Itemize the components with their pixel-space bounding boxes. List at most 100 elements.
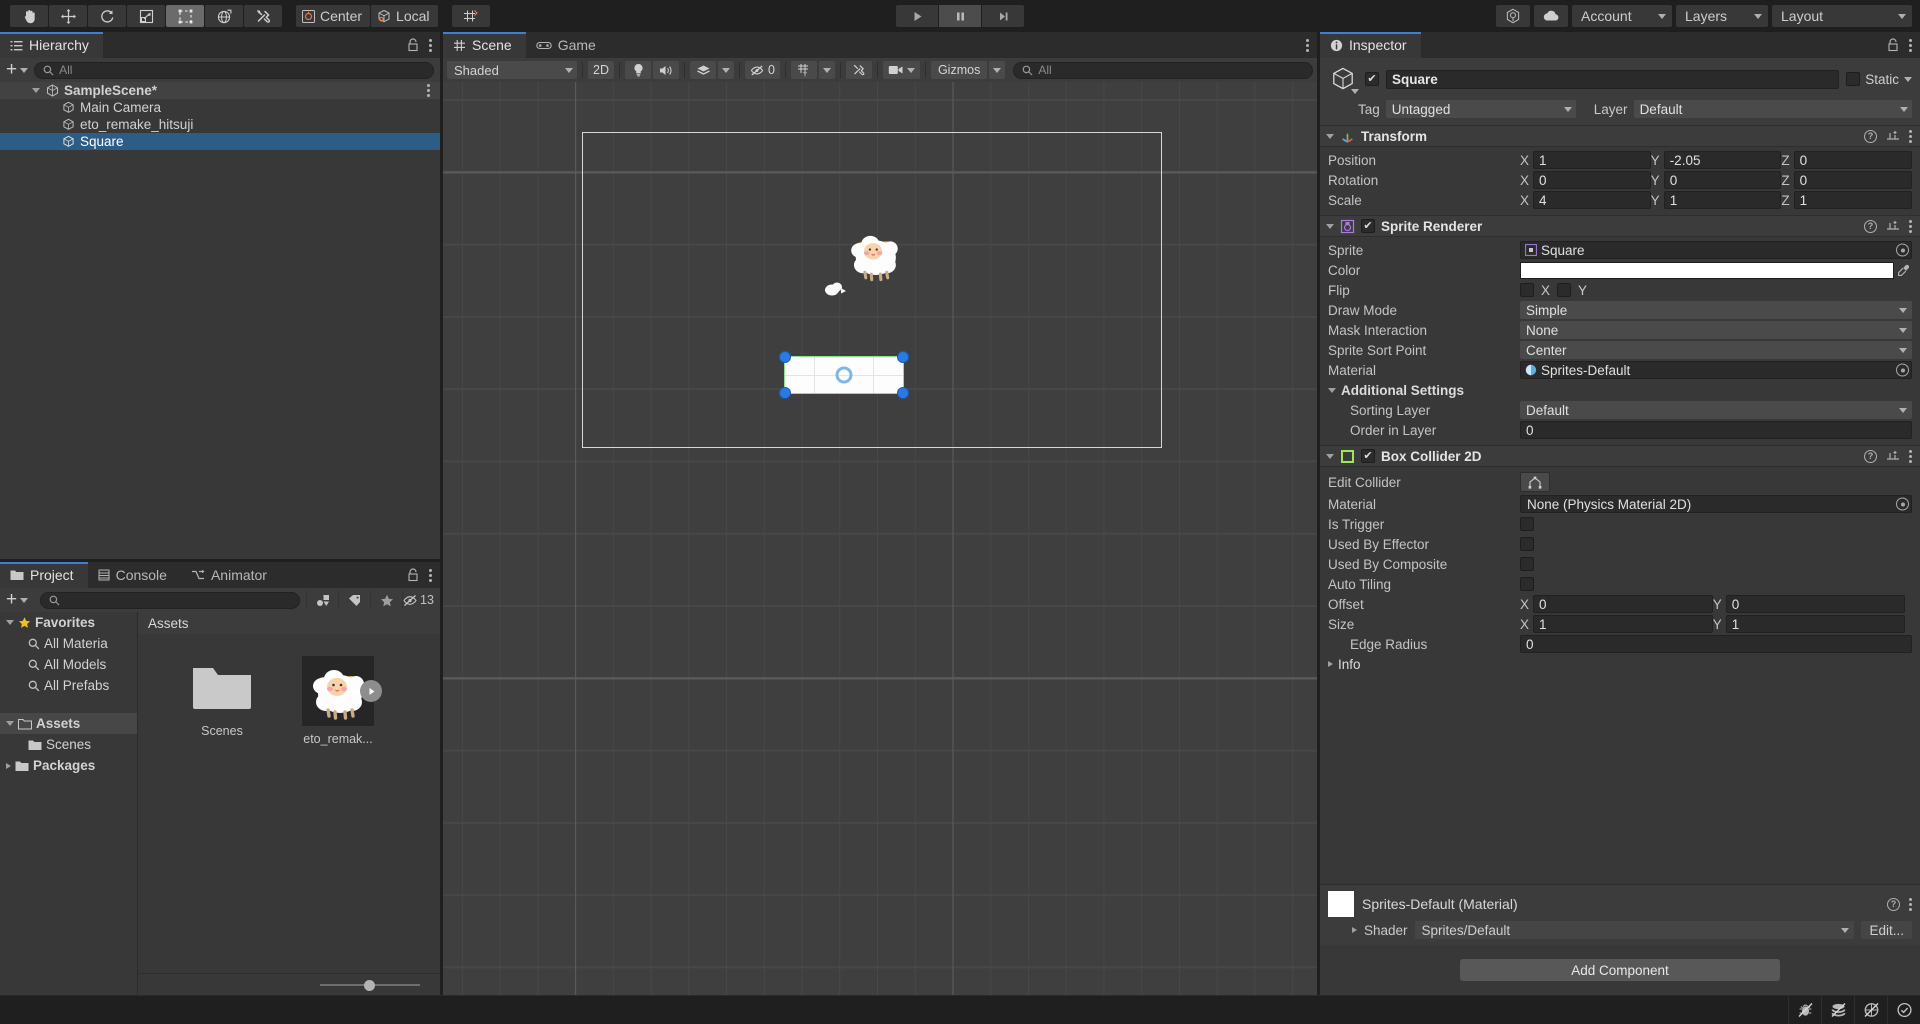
layer-dropdown[interactable]: Default [1634, 100, 1912, 118]
help-icon[interactable]: ? [1864, 220, 1877, 233]
object-enabled-checkbox[interactable]: ✔ [1365, 72, 1379, 86]
rotation-y-input[interactable]: 0 [1664, 171, 1782, 189]
position-y-input[interactable]: -2.05 [1664, 151, 1782, 169]
chevron-down-icon[interactable] [1904, 77, 1912, 82]
object-name-input[interactable]: Square [1386, 70, 1839, 89]
collab-toggle-button[interactable] [1854, 996, 1887, 1024]
component-header-box-collider-2d[interactable]: ✔ Box Collider 2D ? [1320, 445, 1920, 467]
resize-handle-top-right[interactable] [897, 351, 909, 363]
used-by-effector-checkbox[interactable] [1520, 537, 1534, 551]
offset-x-input[interactable]: 0 [1533, 595, 1713, 613]
chevron-right-icon[interactable] [6, 763, 11, 769]
slider-knob[interactable] [364, 980, 375, 991]
chevron-down-icon[interactable] [32, 88, 40, 93]
scene-object-square-selected[interactable] [785, 357, 903, 393]
help-icon[interactable]: ? [1864, 130, 1877, 143]
chevron-down-icon[interactable] [1326, 224, 1334, 229]
hierarchy-row-main-camera[interactable]: Main Camera [0, 99, 440, 116]
account-dropdown[interactable]: Account [1572, 5, 1672, 27]
gizmos-dropdown[interactable] [989, 61, 1005, 79]
additional-settings-foldout[interactable]: Additional Settings [1320, 380, 1920, 400]
hierarchy-row-eto-remake-hitsuji[interactable]: eto_remake_hitsuji [0, 116, 440, 133]
scene-lighting-button[interactable] [625, 61, 651, 79]
scale-y-input[interactable]: 1 [1664, 191, 1782, 209]
rotation-z-input[interactable]: 0 [1794, 171, 1912, 189]
sprite-renderer-enabled-checkbox[interactable]: ✔ [1361, 219, 1375, 233]
chevron-down-icon[interactable] [1326, 454, 1334, 459]
mask-interaction-dropdown[interactable]: None [1520, 321, 1912, 339]
asset-item-scenes[interactable]: Scenes [178, 656, 266, 738]
sprite-color-swatch[interactable] [1520, 262, 1894, 279]
hidden-assets-counter[interactable]: 13 [402, 591, 434, 610]
scene-object-sheep[interactable] [843, 222, 905, 288]
play-button[interactable] [896, 5, 938, 27]
used-by-composite-checkbox[interactable] [1520, 557, 1534, 571]
component-menu-icon[interactable] [1909, 450, 1912, 463]
size-x-input[interactable]: 1 [1533, 615, 1713, 633]
asset-item-sprite[interactable]: eto_remak... [294, 656, 382, 746]
hierarchy-search-input[interactable]: All [34, 62, 434, 79]
component-menu-icon[interactable] [1909, 130, 1912, 143]
status-ok-button[interactable] [1887, 996, 1920, 1024]
tag-dropdown[interactable]: Untagged [1386, 100, 1576, 118]
tree-item-all-prefabs[interactable]: All Prefabs [0, 675, 137, 696]
tab-project[interactable]: Project [0, 562, 88, 588]
project-search-input[interactable] [40, 592, 300, 609]
hand-tool-button[interactable] [10, 5, 48, 27]
resize-handle-bottom-left[interactable] [779, 387, 791, 399]
toggle-2d-button[interactable]: 2D [588, 61, 614, 79]
scene-viewport[interactable] [443, 82, 1317, 995]
position-x-input[interactable]: 1 [1533, 151, 1651, 169]
edit-collider-button[interactable] [1520, 472, 1550, 492]
pivot-mode-button[interactable]: Center [296, 5, 370, 27]
preset-icon[interactable] [1886, 219, 1900, 233]
tree-item-assets[interactable]: Assets [0, 713, 137, 734]
component-header-sprite-renderer[interactable]: ✔ Sprite Renderer ? [1320, 215, 1920, 237]
scene-audio-button[interactable] [653, 61, 679, 79]
tab-console[interactable]: Console [88, 562, 181, 588]
shading-mode-dropdown[interactable]: Shaded [447, 61, 577, 79]
scale-tool-button[interactable] [127, 5, 165, 27]
position-z-input[interactable]: 0 [1794, 151, 1912, 169]
tree-item-scenes[interactable]: Scenes [0, 734, 137, 755]
sorting-layer-dropdown[interactable]: Default [1520, 401, 1912, 419]
hierarchy-row-scene[interactable]: SampleScene* [0, 82, 440, 99]
order-in-layer-input[interactable]: 0 [1520, 421, 1912, 439]
tab-hierarchy[interactable]: Hierarchy [0, 32, 103, 58]
sprite-object-field[interactable]: Square [1520, 241, 1912, 259]
pause-button[interactable] [939, 5, 981, 27]
object-picker-icon[interactable] [1896, 498, 1909, 511]
tree-item-favorites[interactable]: Favorites [0, 612, 137, 633]
scene-camera-button[interactable] [883, 61, 920, 79]
custom-tool-button[interactable] [244, 5, 282, 27]
scale-x-input[interactable]: 4 [1533, 191, 1651, 209]
space-mode-button[interactable]: Local [371, 5, 437, 27]
material-menu-icon[interactable] [1909, 898, 1912, 911]
shader-edit-button[interactable]: Edit... [1861, 921, 1912, 939]
hierarchy-menu-icon[interactable] [429, 39, 432, 52]
chevron-right-icon[interactable] [1328, 661, 1333, 667]
box-collider-enabled-checkbox[interactable]: ✔ [1361, 449, 1375, 463]
tree-item-all-materials[interactable]: All Materia [0, 633, 137, 654]
preset-icon[interactable] [1886, 129, 1900, 143]
preset-icon[interactable] [1886, 449, 1900, 463]
tab-scene[interactable]: Scene [443, 32, 526, 58]
move-tool-button[interactable] [49, 5, 87, 27]
chevron-down-icon[interactable] [6, 721, 14, 726]
project-breadcrumb[interactable]: Assets [138, 612, 440, 634]
shader-dropdown[interactable]: Sprites/Default [1415, 921, 1855, 939]
tab-game[interactable]: Game [526, 32, 610, 58]
gizmos-button[interactable]: Gizmos [931, 61, 987, 79]
scene-search-input[interactable]: All [1013, 62, 1313, 79]
resize-handle-bottom-right[interactable] [897, 387, 909, 399]
tree-item-all-models[interactable]: All Models [0, 654, 137, 675]
static-checkbox[interactable] [1846, 72, 1860, 86]
scene-tools-button[interactable] [846, 61, 872, 79]
icon-dropdown-caret[interactable] [1351, 89, 1359, 94]
services-button[interactable] [1496, 5, 1530, 27]
filter-by-label-button[interactable] [338, 591, 370, 610]
lock-icon[interactable] [1887, 38, 1899, 52]
scene-fx-button[interactable] [690, 61, 716, 79]
scene-menu-icon[interactable] [1306, 39, 1309, 52]
lock-icon[interactable] [407, 38, 419, 52]
